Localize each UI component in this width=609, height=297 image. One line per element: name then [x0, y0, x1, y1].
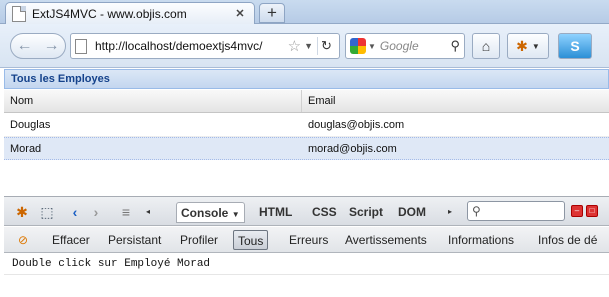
close-tab-icon[interactable]: ✕	[232, 6, 248, 22]
bookmark-star-icon[interactable]: ☆	[288, 37, 301, 55]
url-text[interactable]: http://localhost/demoextjs4mvc/	[95, 39, 288, 53]
list-icon[interactable]: ≡	[117, 203, 135, 221]
chevron-down-icon: ▼	[231, 210, 240, 219]
search-icon[interactable]: ⚲	[450, 38, 460, 54]
page-favicon-icon	[12, 5, 26, 22]
firebug-button[interactable]: ✱ ▼	[507, 33, 549, 59]
filter-debug-button[interactable]: Infos de dé	[534, 230, 601, 250]
table-row-selected[interactable]: Morad morad@objis.com	[4, 137, 609, 160]
minimize-icon[interactable]: –	[571, 205, 583, 217]
back-arrow-icon[interactable]: ←	[17, 37, 33, 55]
grid-header: Nom Email	[4, 90, 609, 113]
firebug-search-input[interactable]: ⚲	[467, 201, 565, 221]
tab-console[interactable]: Console ▼	[176, 202, 245, 223]
cell-name: Douglas	[10, 119, 51, 131]
tab-script[interactable]: Script	[345, 202, 387, 223]
back-forward-buttons[interactable]: ← →	[10, 33, 66, 59]
detach-icon[interactable]: □	[586, 205, 598, 217]
chevron-left-icon[interactable]: ◂	[142, 203, 154, 221]
tab-html[interactable]: HTML	[255, 202, 296, 223]
cell-name: Morad	[10, 143, 42, 155]
tab-strip: ExtJS4MVC - www.objis.com ✕ +	[0, 0, 609, 24]
console-toolbar: ⊘ Effacer Persistant Profiler Tous Erreu…	[4, 227, 609, 253]
google-logo-icon[interactable]	[350, 38, 366, 54]
navigation-toolbar: ← → http://localhost/demoextjs4mvc/ ☆ ▼ …	[0, 24, 609, 68]
filter-errors-button[interactable]: Erreurs	[285, 230, 332, 250]
persist-button[interactable]: Persistant	[104, 230, 165, 250]
filter-info-button[interactable]: Informations	[444, 230, 518, 250]
forward-icon[interactable]: ›	[89, 203, 103, 221]
browser-tab[interactable]: ExtJS4MVC - www.objis.com ✕	[5, 2, 255, 24]
profiler-button[interactable]: Profiler	[176, 230, 222, 250]
table-row[interactable]: Douglas douglas@objis.com	[4, 114, 609, 137]
page-icon	[75, 38, 87, 54]
home-icon: ⌂	[481, 38, 491, 54]
grid-panel-title: Tous les Employes	[4, 69, 609, 89]
console-output: Double click sur Employé Morad	[4, 254, 609, 297]
chevron-down-icon: ▼	[531, 41, 540, 51]
home-button[interactable]: ⌂	[472, 33, 500, 59]
tab-title: ExtJS4MVC - www.objis.com	[32, 6, 187, 21]
address-bar[interactable]: http://localhost/demoextjs4mvc/ ☆ ▼ ↻	[70, 33, 340, 59]
log-entry: Double click sur Employé Morad	[4, 254, 609, 275]
new-tab-button[interactable]: +	[259, 3, 285, 23]
filter-warnings-button[interactable]: Avertissements	[341, 230, 431, 250]
firebug-icon: ✱	[516, 37, 528, 54]
column-header-name[interactable]: Nom	[4, 90, 302, 112]
tab-css[interactable]: CSS	[308, 202, 341, 223]
forward-arrow-icon[interactable]: →	[44, 37, 60, 55]
firebug-logo-icon[interactable]: ✱	[12, 203, 32, 221]
search-placeholder[interactable]: Google	[380, 39, 451, 53]
search-engine-dropdown-icon[interactable]: ▼	[368, 42, 376, 51]
column-header-email[interactable]: Email	[302, 90, 609, 112]
tab-console-label: Console	[181, 206, 229, 220]
inspect-icon[interactable]: ⬚	[38, 203, 56, 221]
back-icon[interactable]: ‹	[68, 203, 82, 221]
cell-email: douglas@objis.com	[308, 119, 405, 131]
filter-all-button[interactable]: Tous	[233, 230, 269, 250]
skype-button[interactable]: S	[558, 33, 592, 59]
tab-dom[interactable]: DOM	[394, 202, 430, 223]
cell-email: morad@objis.com	[308, 143, 397, 155]
chevron-right-icon[interactable]: ▸	[444, 203, 456, 221]
reload-icon[interactable]: ↻	[317, 37, 335, 55]
clear-button[interactable]: Effacer	[48, 230, 94, 250]
url-dropdown-icon[interactable]: ▼	[304, 41, 313, 51]
clear-console-icon[interactable]: ⊘	[15, 232, 31, 248]
search-icon: ⚲	[472, 204, 481, 218]
firebug-toolbar: ✱ ⬚ ‹ › ≡ ◂ Console ▼ HTML CSS Script DO…	[4, 196, 609, 226]
skype-icon: S	[570, 38, 580, 54]
search-bar[interactable]: ▼ Google ⚲	[345, 33, 465, 59]
